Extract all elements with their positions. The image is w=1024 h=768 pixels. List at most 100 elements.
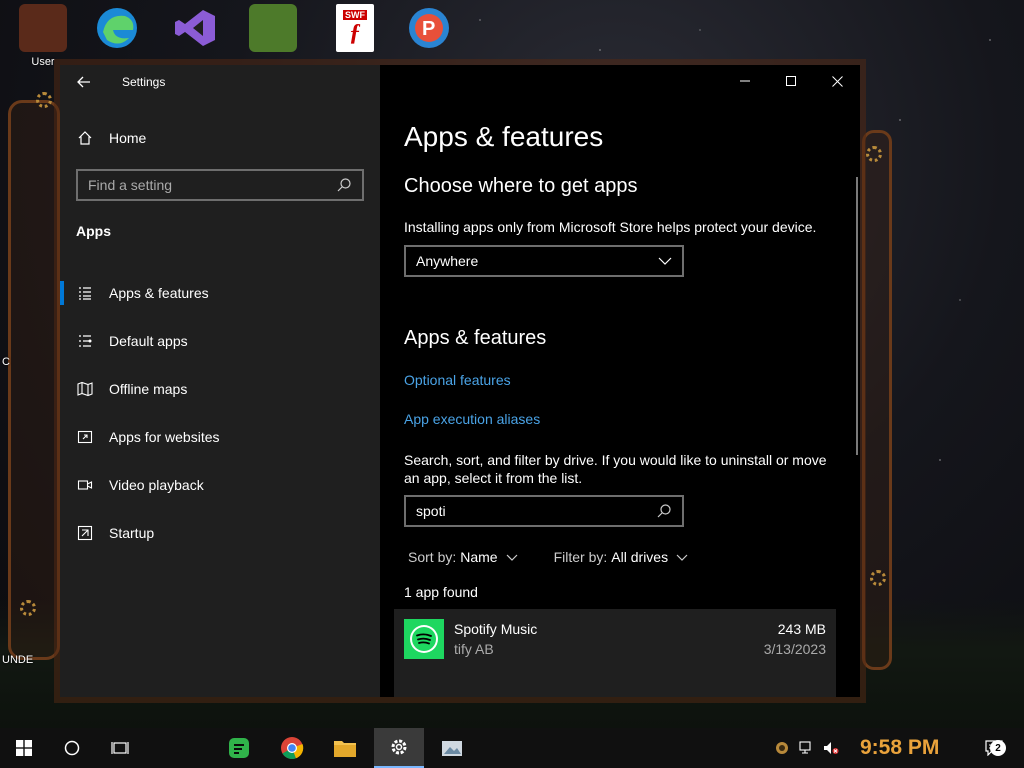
taskbar-app-greenshot[interactable] <box>215 728 263 768</box>
sidebar-item-apps-for-websites[interactable]: Apps for websites <box>60 413 380 461</box>
find-setting-search[interactable] <box>76 169 364 201</box>
filter-by-dropdown[interactable]: Filter by: All drives <box>554 549 688 565</box>
maximize-button[interactable] <box>768 65 814 97</box>
back-button[interactable] <box>60 65 108 99</box>
optional-features-link[interactable]: Optional features <box>404 372 511 388</box>
sidebar-item-label: Video playback <box>109 477 204 493</box>
tray-app-icon <box>776 742 788 754</box>
app-count-text: 1 app found <box>404 584 478 600</box>
app-publisher: tify AB <box>454 641 494 657</box>
desktop-icon-visual-studio[interactable] <box>160 4 230 69</box>
chrome-icon <box>281 737 304 760</box>
sidebar-item-label: Startup <box>109 525 155 541</box>
sort-by-value: Name <box>460 549 498 565</box>
default-apps-icon <box>79 335 92 347</box>
scrollbar[interactable] <box>856 177 858 455</box>
edge-icon <box>93 4 141 52</box>
close-icon <box>831 75 843 87</box>
cortana-icon <box>64 740 80 756</box>
window-controls <box>722 65 860 97</box>
app-search-box[interactable] <box>404 495 684 527</box>
minimize-icon <box>740 80 750 82</box>
settings-icon <box>391 739 407 755</box>
cortana-button[interactable] <box>48 728 96 768</box>
sidebar-item-home[interactable]: Home <box>60 121 380 155</box>
desktop-icon-minecraft[interactable] <box>238 4 308 69</box>
apps-list-icon <box>79 287 91 300</box>
sidebar-item-default-apps[interactable]: Default apps <box>60 317 380 365</box>
gear-decoration <box>36 92 52 108</box>
sidebar-item-label: Offline maps <box>109 381 188 397</box>
desktop-icon-edge[interactable] <box>82 4 152 69</box>
maximize-icon <box>786 76 796 86</box>
tray-app[interactable] <box>772 728 792 768</box>
greenshot-icon <box>229 738 249 758</box>
file-explorer-icon <box>334 741 356 757</box>
sort-by-label: Sort by: <box>408 549 457 565</box>
app-execution-aliases-link[interactable]: App execution aliases <box>404 411 540 427</box>
open-in-app-icon <box>77 430 93 444</box>
sidebar-item-label: Apps for websites <box>109 429 220 445</box>
task-view-button[interactable] <box>96 728 144 768</box>
gear-decoration <box>866 146 882 162</box>
start-button[interactable] <box>0 728 48 768</box>
network-tray[interactable] <box>796 728 818 768</box>
paint-icon: P <box>405 4 453 52</box>
home-icon <box>78 131 92 145</box>
search-icon[interactable] <box>656 503 672 519</box>
chevron-down-icon <box>676 554 688 561</box>
sort-by-dropdown[interactable]: Sort by: Name <box>408 549 518 565</box>
title-bar: Settings <box>60 65 380 99</box>
sidebar-item-label: Home <box>109 130 147 146</box>
desktop-icon-label-partial: C <box>2 356 10 368</box>
desktop-icon-paint[interactable]: P <box>394 4 464 69</box>
sidebar-section-heading: Apps <box>76 223 111 239</box>
taskbar-clock[interactable]: 9:58 PM <box>860 728 939 768</box>
taskbar-app-photos[interactable] <box>428 728 476 768</box>
app-list-item[interactable]: Spotify Music tify AB 243 MB 3/13/2023 <box>394 609 836 697</box>
close-button[interactable] <box>814 65 860 97</box>
notification-count-badge: 2 <box>990 740 1006 756</box>
find-setting-input[interactable] <box>88 177 336 193</box>
sidebar-item-label: Apps & features <box>109 285 209 301</box>
volume-tray[interactable] <box>820 728 842 768</box>
start-icon <box>16 740 32 756</box>
chevron-down-icon <box>506 554 518 561</box>
app-source-dropdown[interactable]: Anywhere <box>404 245 684 277</box>
user-folder-icon <box>19 4 67 52</box>
taskbar-app-chrome[interactable] <box>268 728 316 768</box>
taskbar-app-file-explorer[interactable] <box>321 728 369 768</box>
filter-by-value: All drives <box>611 549 669 565</box>
chevron-down-icon <box>658 257 672 265</box>
sidebar-item-video-playback[interactable]: Video playback <box>60 461 380 509</box>
sidebar-item-apps-features[interactable]: Apps & features <box>60 269 380 317</box>
app-source-selected: Anywhere <box>416 253 479 269</box>
visual-studio-icon <box>171 4 219 52</box>
rainmeter-frame-right <box>862 130 892 670</box>
minimize-button[interactable] <box>722 65 768 97</box>
desktop-icon-user[interactable]: User <box>8 4 78 69</box>
settings-content: Apps & features Choose where to get apps… <box>380 65 860 697</box>
gear-decoration <box>870 570 886 586</box>
spotify-icon <box>410 625 438 653</box>
spotify-app-tile <box>404 619 444 659</box>
sort-filter-row: Sort by: Name Filter by: All drives <box>408 549 688 565</box>
taskbar-app-settings[interactable] <box>374 728 424 768</box>
sidebar-nav: Apps & features Default apps Offline map… <box>60 269 380 557</box>
video-icon <box>77 480 93 490</box>
choose-apps-heading: Choose where to get apps <box>404 175 638 197</box>
choose-apps-description: Installing apps only from Microsoft Stor… <box>404 219 817 235</box>
network-icon <box>799 741 811 754</box>
minecraft-icon <box>249 4 297 52</box>
volume-muted-icon <box>824 742 839 754</box>
app-search-input[interactable] <box>416 503 656 519</box>
svg-text:P: P <box>422 18 435 40</box>
settings-sidebar: Settings Home Apps Apps & features Defau… <box>60 65 380 697</box>
page-title: Apps & features <box>404 121 604 152</box>
desktop-icon-flash[interactable]: SWF ƒ <box>320 4 390 69</box>
sidebar-item-offline-maps[interactable]: Offline maps <box>60 365 380 413</box>
task-view-icon <box>111 742 129 754</box>
search-icon[interactable] <box>336 177 352 193</box>
sidebar-item-startup[interactable]: Startup <box>60 509 380 557</box>
taskbar: 9:58 PM 2 <box>0 728 1024 768</box>
